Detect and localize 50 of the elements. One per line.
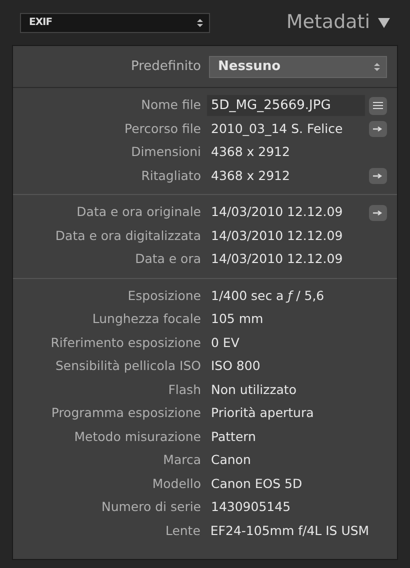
- list-button[interactable]: [369, 96, 387, 115]
- field-label: Dimensioni: [130, 143, 201, 162]
- field-value: 1/400 sec a ƒ / 5,6: [211, 286, 326, 305]
- field-value: EF24-105mm f/4L IS USM: [210, 522, 370, 540]
- arrow-button[interactable]: [369, 204, 387, 221]
- field-label: Marca: [162, 451, 201, 470]
- field-label: Lente: [164, 522, 200, 540]
- field-label: Metodo misurazione: [73, 428, 201, 446]
- field-value: 2010_03_14 S. Felice: [211, 120, 344, 138]
- field-label: Riferimento esposizione: [50, 334, 201, 352]
- preset-dropdown[interactable]: Nessuno: [209, 56, 387, 78]
- arrow-icon: [373, 126, 383, 132]
- stepper-icon: [195, 16, 205, 28]
- field-label: Numero di serie: [100, 498, 201, 516]
- field-label: Modello: [151, 474, 201, 493]
- field-value: 14/03/2010 12.12.09: [211, 226, 344, 245]
- stepper-icon: [372, 60, 382, 72]
- field-label: Percorso file: [124, 120, 201, 138]
- field-value: Pattern: [211, 428, 257, 446]
- field-label: Flash: [167, 380, 201, 399]
- field-label: Data e ora: [134, 250, 201, 268]
- field-label: Sensibilità pellicola ISO: [54, 357, 201, 376]
- field-value: 14/03/2010 12.12.09: [211, 203, 344, 222]
- field-value: Non utilizzato: [211, 380, 298, 399]
- field-label: Data e ora originale: [76, 203, 201, 222]
- field-value: Canon: [211, 451, 252, 470]
- field-value: 1430905145: [211, 498, 292, 516]
- arrow-icon: [373, 173, 383, 180]
- arrow-button[interactable]: [369, 168, 387, 184]
- field-value: Canon EOS 5D: [211, 474, 304, 493]
- exif-selector[interactable]: EXIF: [20, 12, 210, 32]
- arrow-icon: [373, 210, 383, 216]
- field-value: 0 EV: [211, 334, 240, 352]
- arrow-button[interactable]: [369, 121, 387, 138]
- field-label: Data e ora digitalizzata: [54, 226, 201, 245]
- panel-title: Metadati: [286, 10, 370, 36]
- field-label: Programma esposizione: [50, 404, 201, 422]
- field-value: Priorità apertura: [211, 404, 315, 422]
- value-field[interactable]: 5D_MG_25669.JPG: [207, 95, 365, 116]
- field-label: Esposizione: [126, 286, 201, 305]
- collapse-triangle-icon[interactable]: [378, 18, 390, 28]
- field-value: ISO 800: [211, 357, 262, 376]
- field-value: 4368 x 2912: [211, 143, 291, 162]
- field-value: 14/03/2010 12.12.09: [211, 250, 344, 268]
- field-value: 4368 x 2912: [211, 166, 291, 185]
- field-label: Nome file: [140, 96, 201, 114]
- field-label: Ritagliato: [140, 166, 201, 185]
- field-label: Lunghezza focale: [91, 310, 201, 328]
- field-value: 105 mm: [211, 310, 264, 328]
- preset-label: Predefinito: [130, 58, 201, 76]
